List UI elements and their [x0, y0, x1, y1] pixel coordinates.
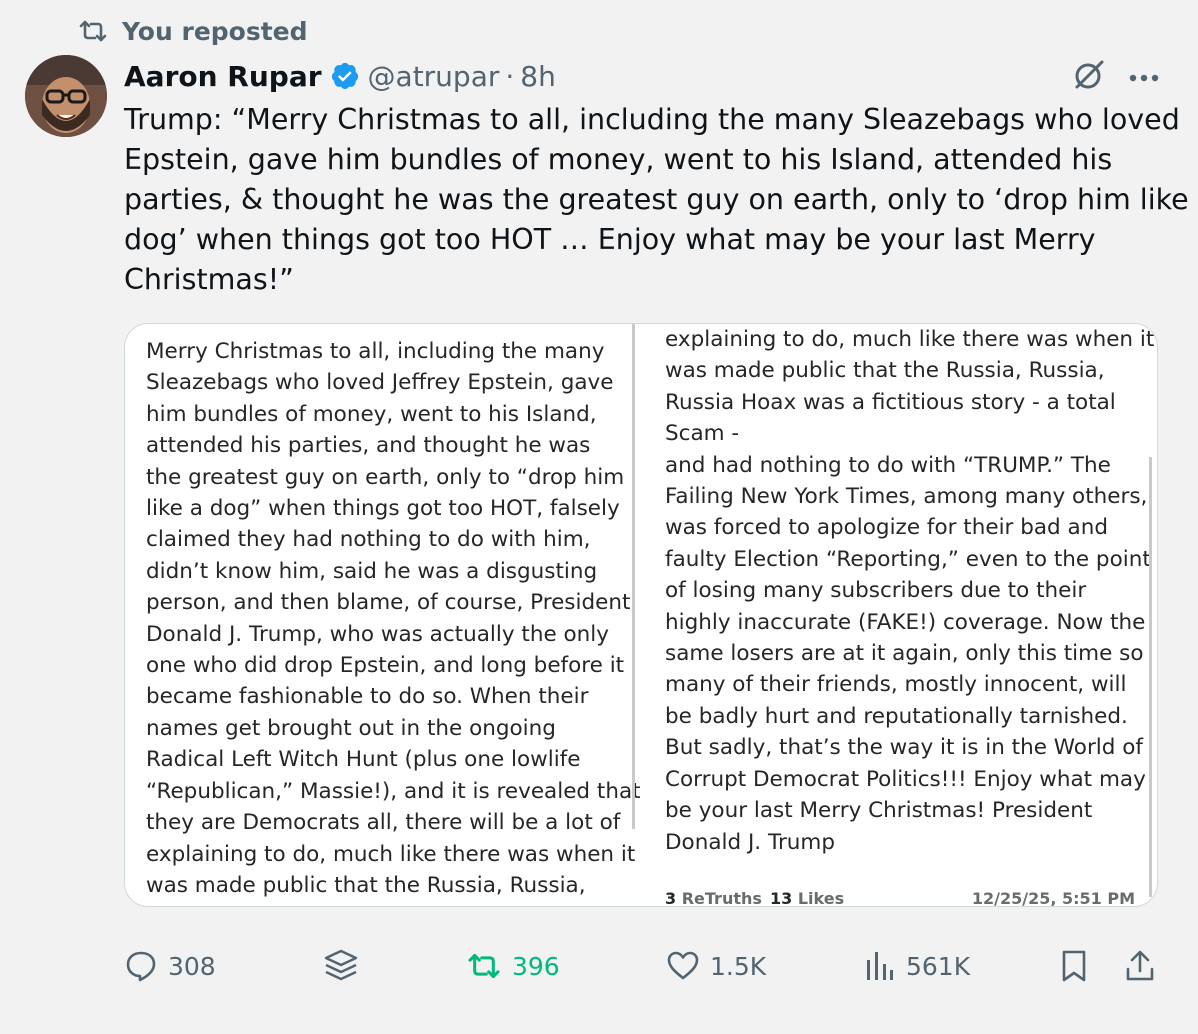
media-text-line: Donald J. Trump [665, 829, 836, 855]
media-text-line: But sadly, that’s the way it is in the W… [665, 735, 1143, 761]
header-separator: · [505, 59, 515, 93]
views-count: 561K [906, 951, 971, 981]
media-text-line: explaining to do, much like there was wh… [146, 841, 636, 867]
share-icon [1124, 949, 1156, 983]
truth-date: 12/25/25, 5:51 PM [971, 889, 1135, 907]
grok-analyze-button[interactable] [322, 944, 360, 988]
reply-icon [124, 949, 158, 983]
author-name[interactable]: Aaron Rupar [124, 60, 322, 93]
post-timestamp[interactable]: 8h [520, 60, 556, 93]
media-text-line: Russia Hoax was a fictitious story - a t… [665, 389, 1116, 415]
media-left-column: Merry Christmas to all, including the ma… [146, 336, 641, 901]
media-text-line: Donald J. Trump, who was actually the on… [146, 621, 609, 647]
more-options-icon[interactable] [1128, 68, 1160, 87]
post-text-line: Trump: “Merry Christmas to all, includin… [124, 103, 1180, 136]
post-text-line: Christmas!” [124, 263, 294, 296]
repost-count: 396 [512, 951, 560, 981]
post-text-line: Epstein, gave him bundles of money, went… [124, 143, 1113, 176]
media-text-line: be badly hurt and reputationally tarnish… [665, 703, 1128, 729]
media-text-line: was made public that the Russia, Russia, [665, 358, 1105, 384]
header-actions [1072, 58, 1160, 96]
truth-likes-count: 13 [770, 889, 793, 907]
repost-indicator: You reposted [78, 14, 308, 48]
reply-count: 308 [168, 951, 216, 981]
media-text-line: Failing New York Times, among many other… [665, 484, 1148, 510]
embedded-image[interactable]: Merry Christmas to all, including the ma… [124, 323, 1158, 907]
like-button[interactable]: 1.5K [666, 944, 766, 988]
repost-icon [78, 19, 108, 43]
media-text-line: became fashionable to do so. When their [146, 684, 589, 710]
media-text-line: claimed they had nothing to do with him, [146, 527, 591, 553]
media-text-line: Corrupt Democrat Politics!!! Enjoy what … [665, 766, 1146, 792]
truth-likes-label: Likes [797, 889, 845, 907]
media-text-line: highly inaccurate (FAKE!) coverage. Now … [665, 609, 1146, 635]
media-text-line: Radical Left Witch Hunt (plus one lowlif… [146, 747, 581, 773]
analytics-icon [864, 950, 896, 982]
reply-button[interactable]: 308 [124, 944, 216, 988]
bookmark-icon [1060, 949, 1088, 983]
views-button[interactable]: 561K [864, 944, 970, 988]
media-right-column: explaining to do, much like there was wh… [665, 324, 1154, 858]
media-scrollbar-right [1149, 457, 1152, 897]
verified-badge-icon[interactable] [330, 61, 360, 91]
media-text-line: the greatest guy on earth, only to “drop… [146, 464, 625, 490]
repost-label: You reposted [122, 16, 308, 46]
retruths-stat: 3 ReTruths [665, 889, 762, 907]
media-scrollbar-left [632, 324, 635, 829]
media-text-line: be your last Merry Christmas! President [665, 798, 1093, 824]
media-text-line: him bundles of money, went to his Island… [146, 401, 597, 427]
grok-icon[interactable] [1072, 58, 1106, 96]
media-text-line: “Republican,” Massie!), and it is reveal… [146, 778, 641, 804]
post-text: Trump: “Merry Christmas to all, includin… [124, 100, 1198, 300]
repost-active-icon [466, 952, 502, 980]
post-header: Aaron Rupar @atrupar · 8h [124, 56, 556, 96]
media-text-line: was forced to apologize for their bad an… [665, 515, 1108, 541]
media-text-line: Merry Christmas to all, including the ma… [146, 339, 605, 364]
media-text-line: Scam - [665, 421, 740, 447]
media-text-line: one who did drop Epstein, and long befor… [146, 653, 625, 679]
share-button[interactable] [1124, 944, 1156, 988]
media-text-line: they are Democrats all, there will be a … [146, 810, 621, 836]
post-text-line: parties, & thought he was the greatest g… [124, 183, 1198, 216]
media-text-line: faulty Election “Reporting,” even to the… [665, 546, 1151, 572]
media-text-line: Sleazebags who loved Jeffrey Epstein, ga… [146, 370, 614, 396]
retruths-label: ReTruths [681, 889, 762, 907]
media-text-line: names get brought out in the ongoing [146, 715, 556, 741]
media-text-line: many of their friends, mostly innocent, … [665, 672, 1127, 698]
media-text-line: didn’t know him, said he was a disgustin… [146, 558, 598, 584]
action-bar: 308 396 1.5K 561K [124, 944, 1164, 988]
post-text-line: dog’ when things got too HOT … Enjoy wha… [124, 223, 1096, 256]
media-text-line: person, and then blame, of course, Presi… [146, 590, 631, 616]
media-text-line: same losers are at it again, only this t… [665, 641, 1144, 667]
author-handle[interactable]: @atrupar [368, 60, 500, 93]
truth-likes-stat: 13 Likes [770, 889, 845, 907]
layers-icon [322, 947, 360, 985]
like-count: 1.5K [710, 951, 767, 981]
media-text-line: and had nothing to do with “TRUMP.” The [665, 452, 1111, 478]
retruths-count: 3 [665, 889, 677, 907]
media-text-line: like a dog” when things got too HOT, fal… [146, 496, 620, 522]
repost-button[interactable]: 396 [466, 944, 560, 988]
bookmark-button[interactable] [1060, 944, 1088, 988]
media-text-line: was made public that the Russia, Russia, [146, 872, 586, 898]
media-text-line: attended his parties, and thought he was [146, 433, 591, 459]
avatar[interactable] [25, 55, 107, 137]
heart-icon [666, 950, 700, 982]
media-text-line: of losing many subscribers due to their [665, 578, 1087, 604]
media-text-line: explaining to do, much like there was wh… [665, 327, 1155, 352]
